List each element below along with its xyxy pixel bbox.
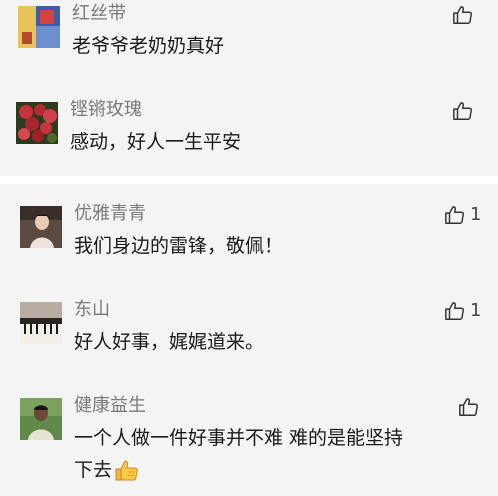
avatar[interactable] xyxy=(18,6,60,48)
like-count: 1 xyxy=(470,204,482,225)
thumbs-up-icon xyxy=(445,206,464,224)
comment-text-tail: 下去 xyxy=(74,459,113,481)
comment-text: 老爷爷老奶奶真好 xyxy=(72,35,225,57)
thumbs-up-emoji xyxy=(115,460,138,481)
comment-text: 我们身边的雷锋，敬佩！ xyxy=(74,235,284,257)
comment-text: 感动，好人一生平安 xyxy=(70,131,242,153)
like-button[interactable] xyxy=(452,4,474,26)
avatar[interactable] xyxy=(20,206,62,248)
comment-text-line-1: 一个人做一件好事并不难 难的是能坚持 xyxy=(74,427,404,449)
commenter-name[interactable]: 铿锵玫瑰 xyxy=(70,99,142,121)
thumbs-up-icon xyxy=(453,102,472,120)
avatar[interactable] xyxy=(16,102,58,144)
commenter-name[interactable]: 优雅青青 xyxy=(74,203,146,225)
thumbs-up-icon xyxy=(445,302,464,320)
like-button[interactable] xyxy=(458,396,480,418)
avatar[interactable] xyxy=(20,302,62,344)
like-button[interactable]: 1 xyxy=(444,204,481,226)
thumbs-up-icon xyxy=(459,398,478,416)
comment-text-line-2: 下去 xyxy=(74,454,140,486)
like-count: 1 xyxy=(470,300,482,321)
thumbs-up-icon xyxy=(453,6,472,24)
like-button[interactable]: 1 xyxy=(444,300,481,322)
commenter-name[interactable]: 东山 xyxy=(74,299,110,321)
avatar[interactable] xyxy=(20,398,62,440)
like-button[interactable] xyxy=(452,100,474,122)
section-divider xyxy=(0,176,498,184)
comment-text: 好人好事，娓娓道来。 xyxy=(74,331,265,353)
commenter-name[interactable]: 红丝带 xyxy=(72,3,126,25)
commenter-name[interactable]: 健康益生 xyxy=(74,395,146,417)
